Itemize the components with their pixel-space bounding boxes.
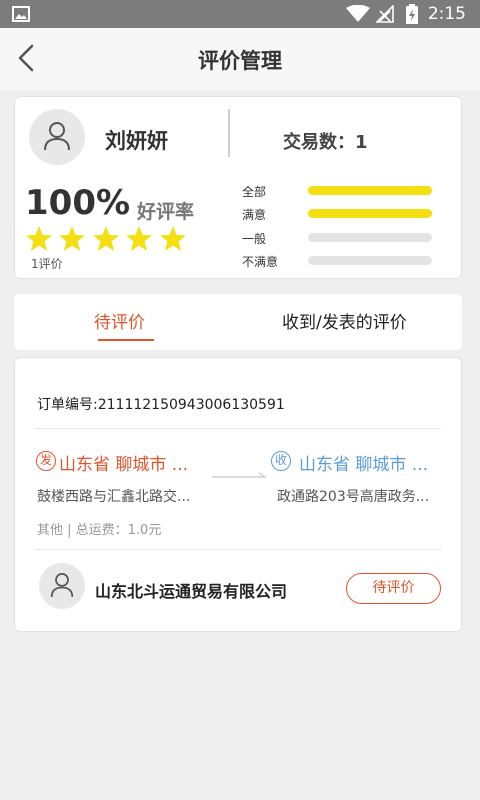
star-icon	[26, 226, 52, 251]
good-rate-label: 好评率	[137, 201, 195, 223]
rating-bar-fill	[308, 186, 432, 195]
star-icon	[126, 226, 152, 251]
fee-info: 其他 | 总运费：1.0元	[37, 523, 162, 538]
avatar	[29, 109, 85, 165]
pending-review-button-label: 待评价	[372, 580, 415, 596]
user-icon	[44, 122, 70, 151]
page-title: 评价管理	[198, 49, 282, 73]
star-icon	[160, 226, 186, 251]
rating-bar-label: 满意	[242, 208, 267, 222]
rating-bar-label: 不满意	[242, 255, 279, 269]
rating-bar-track	[308, 256, 432, 265]
status-bar: 2:15	[0, 0, 480, 28]
order-card[interactable]: 订单编号:211112150943006130591 发 山东省 聊城市 ...…	[14, 357, 462, 632]
from-badge-text: 发	[39, 453, 52, 467]
no-signal-icon	[376, 5, 394, 23]
rating-bar-unsatisfied: 不满意	[242, 251, 442, 271]
from-city: 山东省 聊城市 ...	[59, 455, 189, 475]
wifi-icon	[346, 5, 370, 22]
company-avatar	[39, 563, 85, 609]
good-rate-value: 100%	[25, 183, 131, 223]
review-count: 1评价	[31, 257, 63, 271]
tab-bar: 待评价 收到/发表的评价	[14, 294, 462, 350]
image-icon	[12, 6, 30, 22]
rating-bar-all: 全部	[242, 181, 442, 201]
divider	[35, 549, 441, 550]
divider	[228, 109, 230, 157]
user-name: 刘妍妍	[105, 129, 168, 153]
divider	[35, 428, 441, 429]
tab-active-indicator	[98, 339, 154, 341]
tab-received-posted[interactable]: 收到/发表的评价	[282, 308, 407, 333]
rating-bar-fill	[308, 209, 432, 218]
rating-bar-track	[308, 186, 432, 195]
star-icon	[93, 226, 119, 251]
rating-bar-track	[308, 209, 432, 218]
star-icon	[59, 226, 85, 251]
order-number: 订单编号:211112150943006130591	[37, 397, 285, 413]
to-badge-text: 收	[274, 453, 287, 467]
from-address: 鼓楼西路与汇鑫北路交...	[37, 489, 191, 505]
rating-bar-label: 一般	[242, 232, 267, 246]
user-icon	[50, 572, 74, 598]
trade-count: 交易数：1	[283, 132, 368, 153]
app-bar: 评价管理	[0, 28, 480, 90]
company-name: 山东北斗运通贸易有限公司	[95, 582, 288, 601]
battery-charging-icon	[406, 4, 418, 24]
to-address: 政通路203号高唐政务...	[277, 489, 430, 505]
from-badge: 发	[36, 451, 56, 471]
to-city: 山东省 聊城市 ...	[299, 455, 429, 475]
rating-bar-satisfied: 满意	[242, 204, 442, 224]
clock: 2:15	[427, 4, 466, 24]
pending-review-button[interactable]: 待评价	[346, 573, 441, 604]
tab-pending[interactable]: 待评价	[94, 308, 145, 333]
arrow-right-icon	[212, 472, 267, 478]
rating-bar-label: 全部	[242, 185, 267, 199]
to-badge: 收	[271, 451, 291, 471]
rating-bar-track	[308, 233, 432, 242]
rating-bar-average: 一般	[242, 228, 442, 248]
